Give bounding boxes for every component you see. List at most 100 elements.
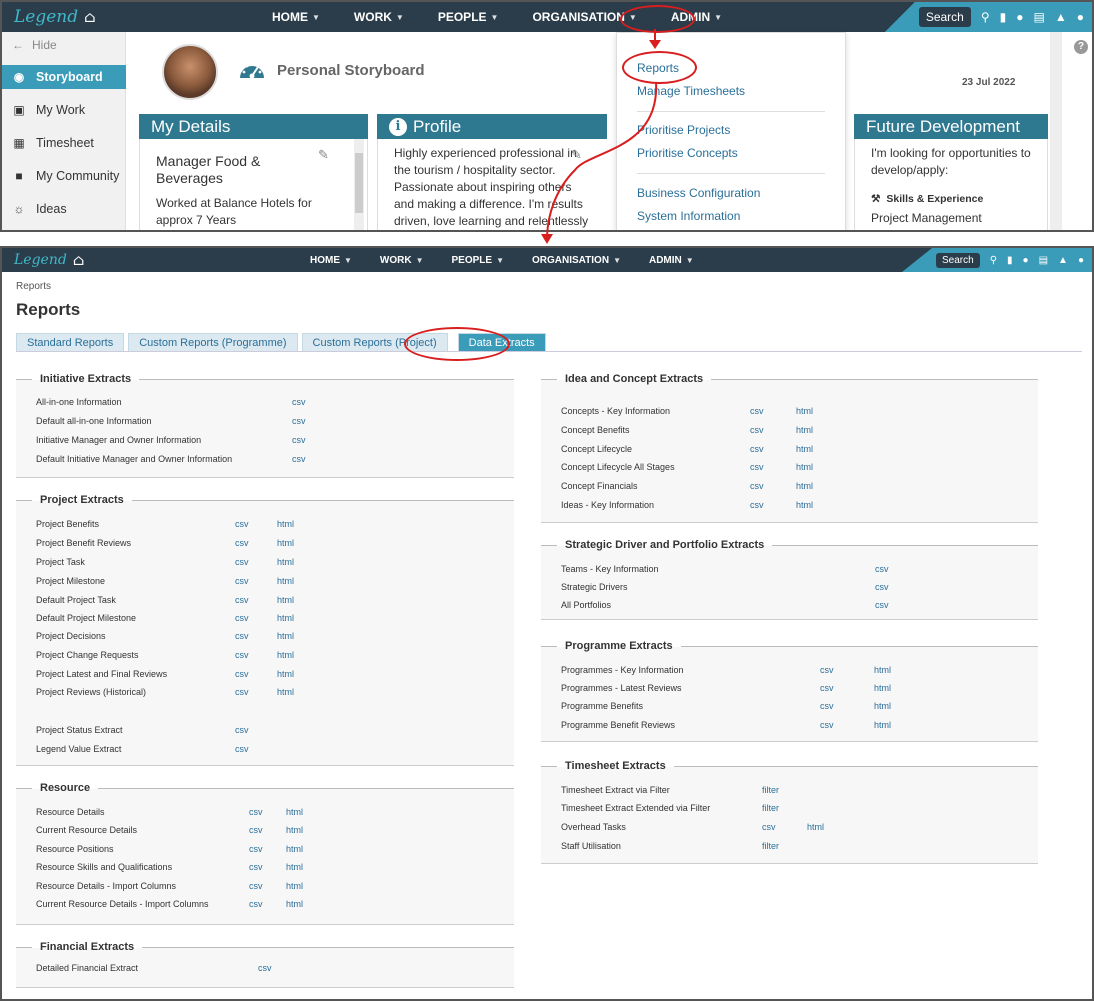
html-link[interactable]: html — [277, 687, 294, 697]
html-link[interactable]: html — [874, 683, 891, 693]
menu-item-system-information[interactable]: System Information — [637, 209, 740, 223]
bell-icon[interactable]: ▲ — [1055, 10, 1067, 24]
nav-home[interactable]: HOME ▼ — [272, 10, 320, 24]
csv-link[interactable]: csv — [249, 807, 263, 817]
csv-link[interactable]: csv — [235, 519, 249, 529]
html-link[interactable]: html — [874, 720, 891, 730]
csv-link[interactable]: csv — [235, 595, 249, 605]
menu-item-manage-timesheets[interactable]: Manage Timesheets — [637, 84, 745, 98]
csv-link[interactable]: csv — [750, 406, 764, 416]
chat-icon[interactable]: ● — [1016, 10, 1023, 24]
sidebar-item-ideas[interactable]: ☼ Ideas — [2, 197, 126, 221]
filter-link[interactable]: filter — [762, 841, 779, 851]
csv-link[interactable]: csv — [875, 600, 889, 610]
csv-link[interactable]: csv — [750, 425, 764, 435]
csv-link[interactable]: csv — [750, 444, 764, 454]
html-link[interactable]: html — [796, 462, 813, 472]
csv-link[interactable]: csv — [292, 435, 306, 445]
tab-custom-reports-programme[interactable]: Custom Reports (Programme) — [128, 333, 298, 351]
csv-link[interactable]: csv — [820, 665, 834, 675]
avatar[interactable] — [162, 44, 218, 100]
html-link[interactable]: html — [277, 613, 294, 623]
csv-link[interactable]: csv — [249, 881, 263, 891]
html-link[interactable]: html — [286, 881, 303, 891]
csv-link[interactable]: csv — [820, 720, 834, 730]
sidebar-item-my-work[interactable]: ▣ My Work — [2, 98, 126, 122]
csv-link[interactable]: csv — [292, 397, 306, 407]
edit-icon[interactable]: ✎ — [571, 147, 582, 163]
nav-people[interactable]: PEOPLE ▼ — [452, 255, 505, 266]
sidebar-item-storyboard[interactable]: ◉ Storyboard — [2, 65, 126, 89]
bell-icon[interactable]: ▲ — [1058, 255, 1068, 266]
legend-logo[interactable]: Legend ⌂ — [14, 7, 96, 27]
html-link[interactable]: html — [277, 595, 294, 605]
user-icon[interactable]: ● — [1078, 255, 1084, 266]
csv-link[interactable]: csv — [820, 683, 834, 693]
nav-admin[interactable]: ADMIN ▼ — [649, 255, 694, 266]
nav-work[interactable]: WORK ▼ — [354, 10, 404, 24]
html-link[interactable]: html — [286, 899, 303, 909]
html-link[interactable]: html — [277, 650, 294, 660]
breadcrumb[interactable]: Reports — [16, 281, 51, 292]
csv-link[interactable]: csv — [235, 744, 249, 754]
menu-item-business-configuration[interactable]: Business Configuration — [637, 186, 760, 200]
chat-icon[interactable]: ● — [1023, 255, 1029, 266]
csv-link[interactable]: csv — [235, 576, 249, 586]
sidebar-item-my-community[interactable]: ■ My Community — [2, 164, 126, 188]
sidebar-hide-button[interactable]: ← Hide — [12, 38, 57, 52]
page-scrollbar[interactable] — [1050, 32, 1062, 230]
user-icon[interactable]: ● — [1077, 10, 1084, 24]
search-button[interactable]: Search — [918, 7, 971, 27]
home-icon[interactable]: ⌂ — [84, 8, 95, 26]
csv-link[interactable]: csv — [249, 825, 263, 835]
html-link[interactable]: html — [796, 425, 813, 435]
search-icon[interactable]: ⚲ — [990, 255, 997, 266]
sidebar-item-timesheet[interactable]: ▦ Timesheet — [2, 131, 126, 155]
csv-link[interactable]: csv — [235, 669, 249, 679]
html-link[interactable]: html — [874, 665, 891, 675]
filter-link[interactable]: filter — [762, 803, 779, 813]
html-link[interactable]: html — [277, 519, 294, 529]
edit-icon[interactable]: ✎ — [318, 147, 329, 163]
html-link[interactable]: html — [277, 557, 294, 567]
details-scrollbar[interactable] — [354, 139, 364, 230]
csv-link[interactable]: csv — [762, 822, 776, 832]
csv-link[interactable]: csv — [235, 687, 249, 697]
csv-link[interactable]: csv — [292, 454, 306, 464]
bookmark-icon[interactable]: ▮ — [1007, 255, 1013, 266]
nav-home[interactable]: HOME ▼ — [310, 255, 352, 266]
html-link[interactable]: html — [874, 701, 891, 711]
csv-link[interactable]: csv — [235, 613, 249, 623]
html-link[interactable]: html — [286, 807, 303, 817]
menu-item-prioritise-concepts[interactable]: Prioritise Concepts — [637, 146, 738, 160]
nav-people[interactable]: PEOPLE ▼ — [438, 10, 499, 24]
csv-link[interactable]: csv — [235, 725, 249, 735]
csv-link[interactable]: csv — [235, 650, 249, 660]
menu-item-prioritise-projects[interactable]: Prioritise Projects — [637, 123, 730, 137]
csv-link[interactable]: csv — [292, 416, 306, 426]
html-link[interactable]: html — [286, 825, 303, 835]
csv-link[interactable]: csv — [235, 538, 249, 548]
nav-organisation[interactable]: ORGANISATION ▼ — [532, 255, 621, 266]
csv-link[interactable]: csv — [249, 899, 263, 909]
html-link[interactable]: html — [286, 862, 303, 872]
tab-standard-reports[interactable]: Standard Reports — [16, 333, 125, 351]
csv-link[interactable]: csv — [875, 564, 889, 574]
search-button[interactable]: Search — [936, 252, 980, 268]
search-icon[interactable]: ⚲ — [981, 10, 990, 24]
document-icon[interactable]: ▤ — [1039, 255, 1048, 266]
html-link[interactable]: html — [796, 444, 813, 454]
html-link[interactable]: html — [807, 822, 824, 832]
csv-link[interactable]: csv — [750, 481, 764, 491]
csv-link[interactable]: csv — [258, 963, 272, 973]
html-link[interactable]: html — [796, 406, 813, 416]
csv-link[interactable]: csv — [875, 582, 889, 592]
document-icon[interactable]: ▤ — [1034, 10, 1045, 24]
html-link[interactable]: html — [277, 538, 294, 548]
html-link[interactable]: html — [277, 631, 294, 641]
filter-link[interactable]: filter — [762, 785, 779, 795]
csv-link[interactable]: csv — [820, 701, 834, 711]
legend-logo[interactable]: Legend ⌂ — [14, 251, 84, 269]
html-link[interactable]: html — [796, 500, 813, 510]
csv-link[interactable]: csv — [235, 631, 249, 641]
